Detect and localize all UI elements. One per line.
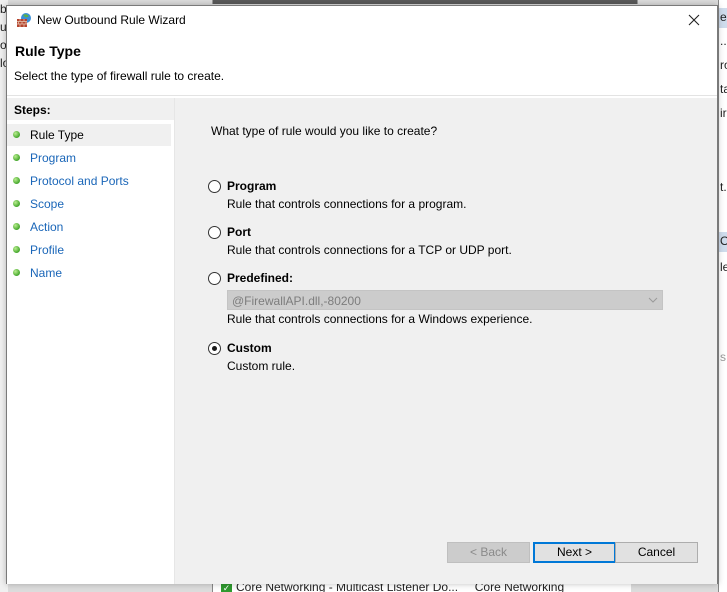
background-text: es (720, 10, 727, 24)
background-row-group: Core Networking (474, 584, 565, 592)
radio-port[interactable] (208, 226, 221, 239)
option-description: Rule that controls connections for a pro… (227, 197, 467, 211)
step-scope[interactable]: Scope (7, 193, 171, 215)
step-label: Scope (30, 197, 65, 211)
step-label: Name (30, 266, 63, 280)
radio-custom[interactable] (208, 342, 221, 355)
background-text: ta (720, 82, 727, 96)
step-protocol-and-ports[interactable]: Protocol and Ports (7, 170, 171, 192)
page-subtitle: Select the type of firewall rule to crea… (14, 69, 225, 83)
step-program[interactable]: Program (7, 147, 171, 169)
back-button[interactable]: < Back (447, 542, 530, 563)
title-bar[interactable]: New Outbound Rule Wizard (7, 6, 717, 34)
background-text: iro (720, 106, 727, 120)
step-label: Action (30, 220, 64, 234)
background-text: s (720, 350, 726, 364)
predefined-rule-select[interactable]: @FirewallAPI.dll,-80200 (227, 290, 663, 310)
status-dot-icon (13, 200, 20, 207)
background-row-name: Core Networking - Multicast Listener Do.… (236, 584, 459, 592)
check-icon: ✓ (221, 584, 232, 592)
status-dot-icon (13, 223, 20, 230)
status-dot-icon (13, 269, 20, 276)
option-description: Custom rule. (227, 359, 296, 373)
option-label[interactable]: Custom (227, 341, 272, 355)
firewall-icon (16, 12, 32, 28)
background-app-bottom: ✓ Core Networking - Multicast Listener Do… (212, 584, 631, 592)
status-dot-icon (13, 246, 20, 253)
background-app-right: es ... ro ta iro t. O le s (718, 0, 727, 592)
background-app-top (212, 0, 638, 4)
background-text: le (720, 260, 727, 274)
next-button[interactable]: Next > (533, 542, 616, 563)
background-text: t. (720, 180, 727, 194)
step-label: Program (30, 151, 77, 165)
option-label[interactable]: Program (227, 179, 276, 193)
question-text: What type of rule would you like to crea… (211, 124, 438, 138)
close-icon (688, 14, 700, 26)
radio-program[interactable] (208, 180, 221, 193)
chevron-down-icon (648, 297, 658, 303)
content-panel: What type of rule would you like to crea… (175, 98, 717, 584)
background-text: O (720, 234, 727, 248)
option-description: Rule that controls connections for a Win… (227, 312, 533, 326)
step-label: Protocol and Ports (30, 174, 129, 188)
option-label[interactable]: Predefined: (227, 271, 293, 285)
window-title: New Outbound Rule Wizard (37, 13, 186, 27)
status-dot-icon (13, 131, 20, 138)
header-divider (7, 95, 717, 96)
select-value: @FirewallAPI.dll,-80200 (232, 294, 361, 308)
step-label: Profile (30, 243, 65, 257)
step-rule-type[interactable]: Rule Type (7, 124, 171, 146)
status-dot-icon (13, 177, 20, 184)
radio-predefined[interactable] (208, 272, 221, 285)
background-row: ✓ Core Networking - Multicast Listener Do… (221, 584, 564, 592)
step-name[interactable]: Name (7, 262, 171, 284)
option-description: Rule that controls connections for a TCP… (227, 243, 512, 257)
steps-panel: Steps: Rule Type Program Protocol and Po… (7, 98, 175, 584)
status-dot-icon (13, 154, 20, 161)
option-label[interactable]: Port (227, 225, 251, 239)
page-title: Rule Type (15, 43, 81, 59)
wizard-dialog: New Outbound Rule Wizard Rule Type Selec… (6, 5, 718, 584)
steps-heading: Steps: (7, 98, 174, 121)
step-profile[interactable]: Profile (7, 239, 171, 261)
close-button[interactable] (671, 6, 717, 34)
step-action[interactable]: Action (7, 216, 171, 238)
steps-heading-label: Steps: (14, 103, 51, 117)
background-text: ro (720, 58, 727, 72)
cancel-button[interactable]: Cancel (615, 542, 698, 563)
background-text: ... (720, 34, 727, 48)
step-label: Rule Type (30, 128, 84, 142)
